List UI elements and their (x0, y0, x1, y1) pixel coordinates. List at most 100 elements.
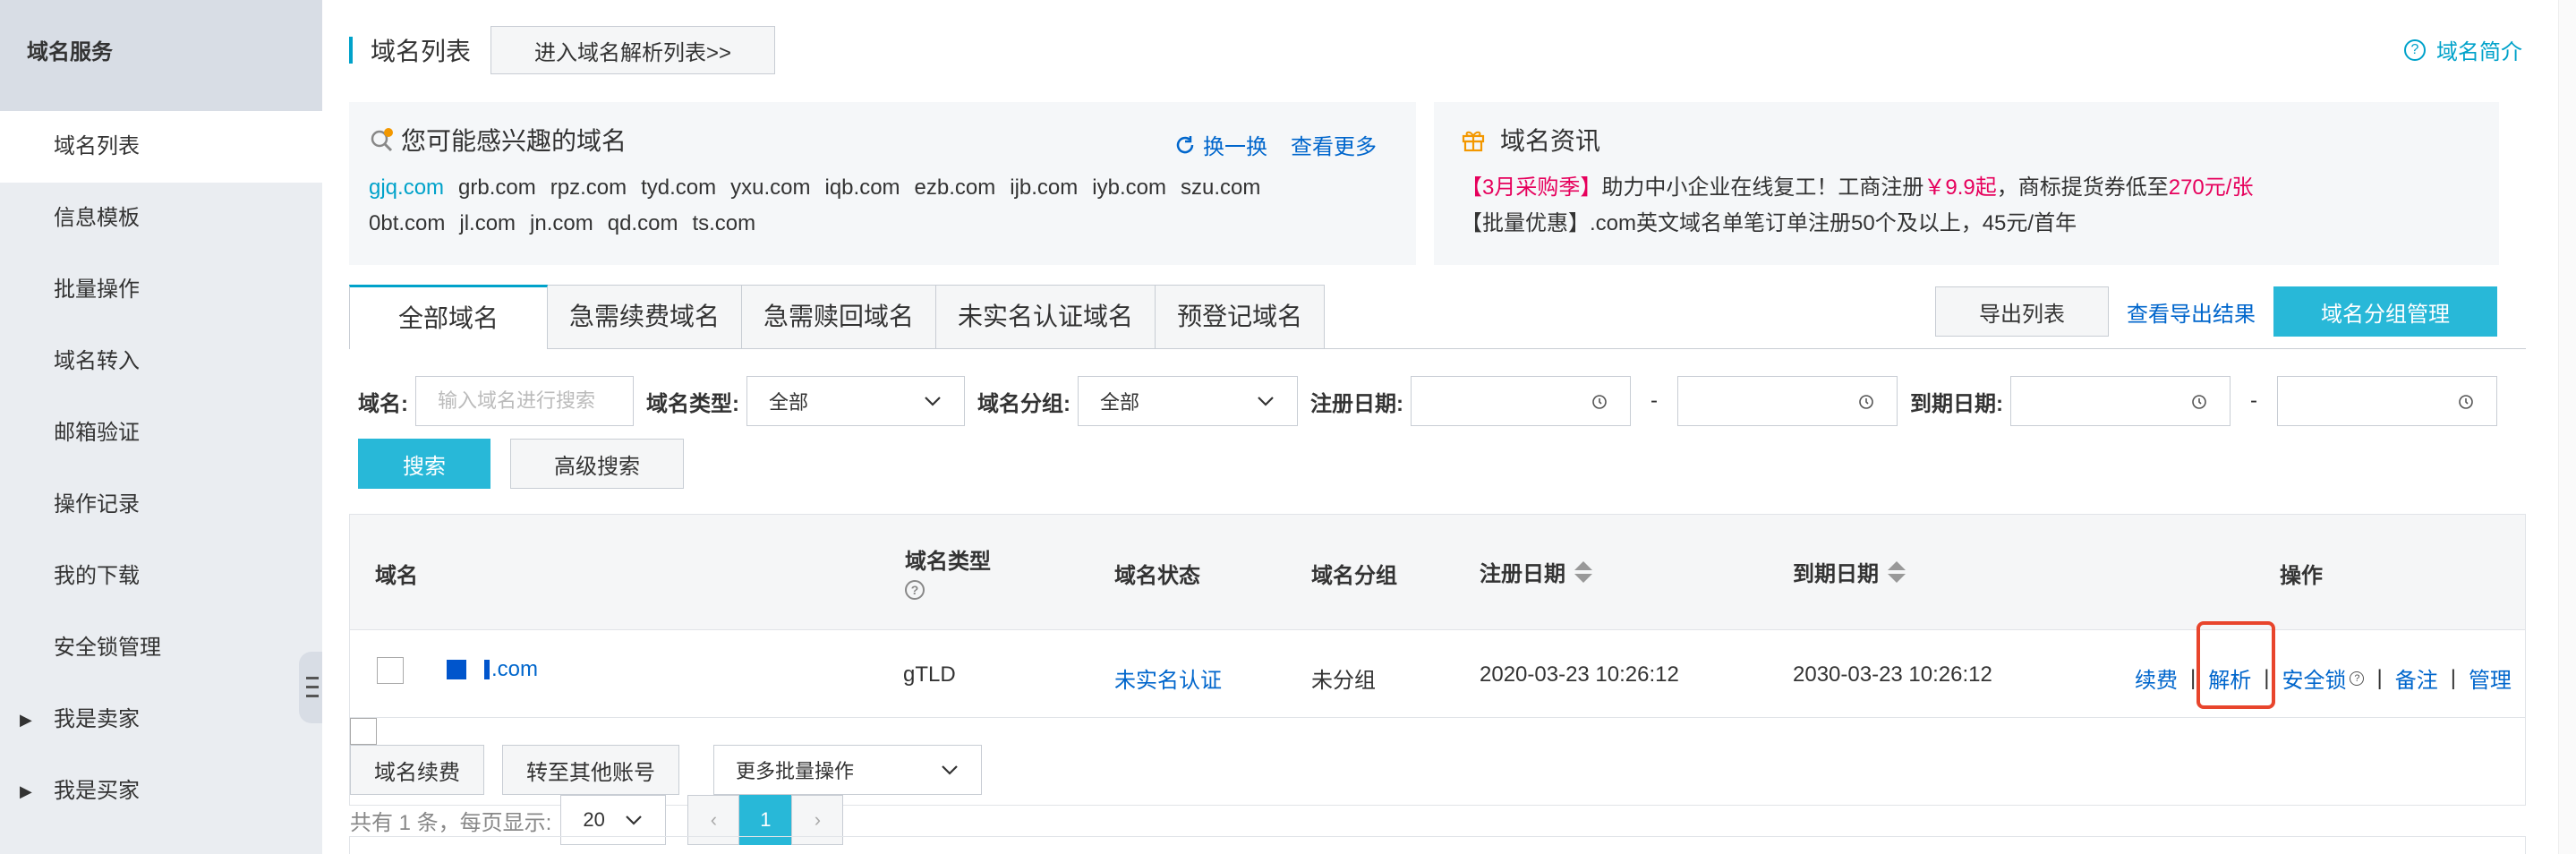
manage-link[interactable]: 管理 (2469, 662, 2512, 694)
sidebar-item-email-verify[interactable]: 邮箱验证 (0, 397, 322, 469)
col-status: 域名状态 (1114, 564, 1200, 588)
refresh-button[interactable]: 换一换 (1174, 129, 1267, 160)
tab-unverified[interactable]: 未实名认证域名 (936, 285, 1156, 349)
scrollbar[interactable] (2558, 0, 2576, 854)
tab-renew-urgent[interactable]: 急需续费域名 (548, 285, 743, 349)
pagination-summary: 共有 1 条，每页显示: (350, 810, 552, 835)
help-icon[interactable]: ? (905, 580, 925, 600)
recommend-domain[interactable]: gjq.com (369, 175, 444, 200)
sidebar-item-label: 信息模板 (54, 206, 140, 230)
col-exp-date-label: 到期日期 (1793, 562, 1879, 586)
tab-pre-registered[interactable]: 预登记域名 (1156, 285, 1326, 349)
sidebar-item-label: 邮箱验证 (54, 421, 140, 445)
recommend-row-1: gjq.com grb.com rpz.com tyd.com yxu.com iqb.c… (369, 170, 1396, 206)
gift-icon (1462, 131, 1485, 152)
exp-date-end-input[interactable] (2277, 376, 2497, 426)
view-export-results-link[interactable]: 查看导出结果 (2127, 296, 2256, 328)
group-cell: 未分组 (1311, 669, 1376, 693)
collapse-icon-bar (306, 686, 319, 688)
sidebar-item-label: 域名列表 (54, 134, 140, 158)
search-button[interactable]: 搜索 (358, 439, 490, 489)
status-cell[interactable]: 未实名认证 (1114, 662, 1222, 694)
reg-date-start-input[interactable] (1411, 376, 1631, 426)
group-filter-label: 域名分组: (977, 391, 1070, 416)
news-title-text: 域名资讯 (1500, 127, 1601, 155)
sidebar-item-buyer[interactable]: ▶ 我是买家 (0, 756, 322, 827)
exp-date-cell: 2030-03-23 10:26:12 (1793, 662, 1992, 687)
sidebar-item-op-records[interactable]: 操作记录 (0, 469, 322, 541)
page-size-value: 20 (583, 808, 605, 831)
col-ops: 操作 (2280, 564, 2323, 588)
sidebar-collapse-handle[interactable] (299, 652, 322, 723)
view-more-link[interactable]: 查看更多 (1291, 129, 1377, 160)
recommend-domain[interactable]: jl.com (459, 211, 516, 235)
recommend-domain[interactable]: yxu.com (730, 175, 810, 200)
sidebar-item-seller[interactable]: ▶ 我是卖家 (0, 684, 322, 756)
recommend-domain[interactable]: jn.com (530, 211, 593, 235)
recommend-domain[interactable]: iyb.com (1092, 175, 1166, 200)
help-icon[interactable]: ? (2350, 670, 2365, 686)
domain-intro-link[interactable]: ? 域名简介 (2404, 34, 2522, 65)
row-checkbox[interactable] (377, 657, 404, 684)
sidebar-item-my-downloads[interactable]: 我的下载 (0, 541, 322, 612)
recommend-domain[interactable]: 0bt.com (369, 211, 445, 235)
sidebar-item-label: 我的下载 (54, 564, 140, 588)
security-lock-link[interactable]: 安全锁 (2282, 662, 2346, 694)
refresh-icon (1176, 135, 1194, 153)
news-tag: 【3月采购季】 (1461, 175, 1602, 200)
domain-search-input[interactable] (415, 376, 634, 426)
recommend-card: 您可能感兴趣的域名 换一换 查看更多 gjq.com grb.com rpz.com… (349, 102, 1416, 265)
domain-type-select[interactable]: 全部 (746, 376, 965, 426)
reg-date-end-input[interactable] (1677, 376, 1898, 426)
remark-link[interactable]: 备注 (2395, 662, 2438, 694)
recommend-domain[interactable]: rpz.com (550, 175, 627, 200)
ops-separator: | (2450, 665, 2456, 690)
sidebar-item-domain-list[interactable]: 域名列表 (0, 111, 322, 183)
domain-group-select[interactable]: 全部 (1078, 376, 1298, 426)
recommend-domain[interactable]: ts.com (692, 211, 755, 235)
sidebar-item-batch-ops[interactable]: 批量操作 (0, 254, 322, 326)
news-item-bulk[interactable]: 【批量优惠】.com英文域名单笔订单注册50个及以上，45元/首年 (1461, 206, 2472, 242)
domain-cell[interactable]: .com (447, 657, 538, 682)
sort-icon (1574, 560, 1592, 583)
export-list-button[interactable]: 导出列表 (1935, 286, 2109, 337)
recommend-domain[interactable]: ijb.com (1010, 175, 1078, 200)
renew-link[interactable]: 续费 (2135, 662, 2178, 694)
search-hot-icon (371, 128, 393, 152)
col-domain: 域名 (375, 564, 418, 588)
news-title: 域名资讯 (1461, 122, 2472, 158)
transfer-account-button[interactable]: 转至其他账号 (502, 745, 679, 795)
sidebar-item-security-lock[interactable]: 安全锁管理 (0, 612, 322, 684)
col-type-label: 域名类型 (905, 550, 991, 574)
enter-dns-list-button[interactable]: 进入域名解析列表>> (490, 26, 776, 74)
domain-filter-label: 域名: (358, 391, 408, 416)
sidebar-item-info-template[interactable]: 信息模板 (0, 183, 322, 254)
clock-icon (1859, 395, 1873, 409)
col-reg-date[interactable]: 注册日期 (1480, 556, 1592, 587)
recommend-domain[interactable]: qd.com (608, 211, 678, 235)
recommend-domain[interactable]: szu.com (1181, 175, 1260, 200)
sidebar-header: 域名服务 (0, 0, 322, 111)
recommend-domain[interactable]: iqb.com (825, 175, 900, 200)
domain-tabs: 全部域名 急需续费域名 急需赎回域名 未实名认证域名 预登记域名 (349, 285, 1326, 349)
advanced-search-button[interactable]: 高级搜索 (510, 439, 684, 489)
sidebar-item-domain-transfer-in[interactable]: 域名转入 (0, 326, 322, 397)
exp-date-label: 到期日期: (1910, 391, 2003, 416)
recommend-domain[interactable]: ezb.com (915, 175, 996, 200)
news-item-promo[interactable]: 【3月采购季】助力中小企业在线复工！工商注册￥9.9起，商标提货券低至270元/… (1461, 170, 2472, 206)
select-all-checkbox[interactable] (350, 718, 377, 745)
tab-all-domains[interactable]: 全部域名 (349, 285, 549, 349)
group-manage-button[interactable]: 域名分组管理 (2273, 286, 2497, 337)
col-exp-date[interactable]: 到期日期 (1793, 556, 1906, 587)
batch-renew-button[interactable]: 域名续费 (350, 745, 484, 795)
caret-right-icon: ▶ (20, 711, 32, 729)
collapse-icon-bar (306, 695, 319, 697)
tab-redeem-urgent[interactable]: 急需赎回域名 (742, 285, 937, 349)
sidebar-item-label: 安全锁管理 (54, 636, 161, 660)
more-batch-select[interactable]: 更多批量操作 (713, 745, 982, 795)
recommend-domain[interactable]: grb.com (458, 175, 536, 200)
caret-right-icon: ▶ (20, 782, 32, 800)
news-price: ￥9.9起 (1923, 175, 1997, 200)
recommend-domain[interactable]: tyd.com (641, 175, 716, 200)
exp-date-start-input[interactable] (2010, 376, 2231, 426)
